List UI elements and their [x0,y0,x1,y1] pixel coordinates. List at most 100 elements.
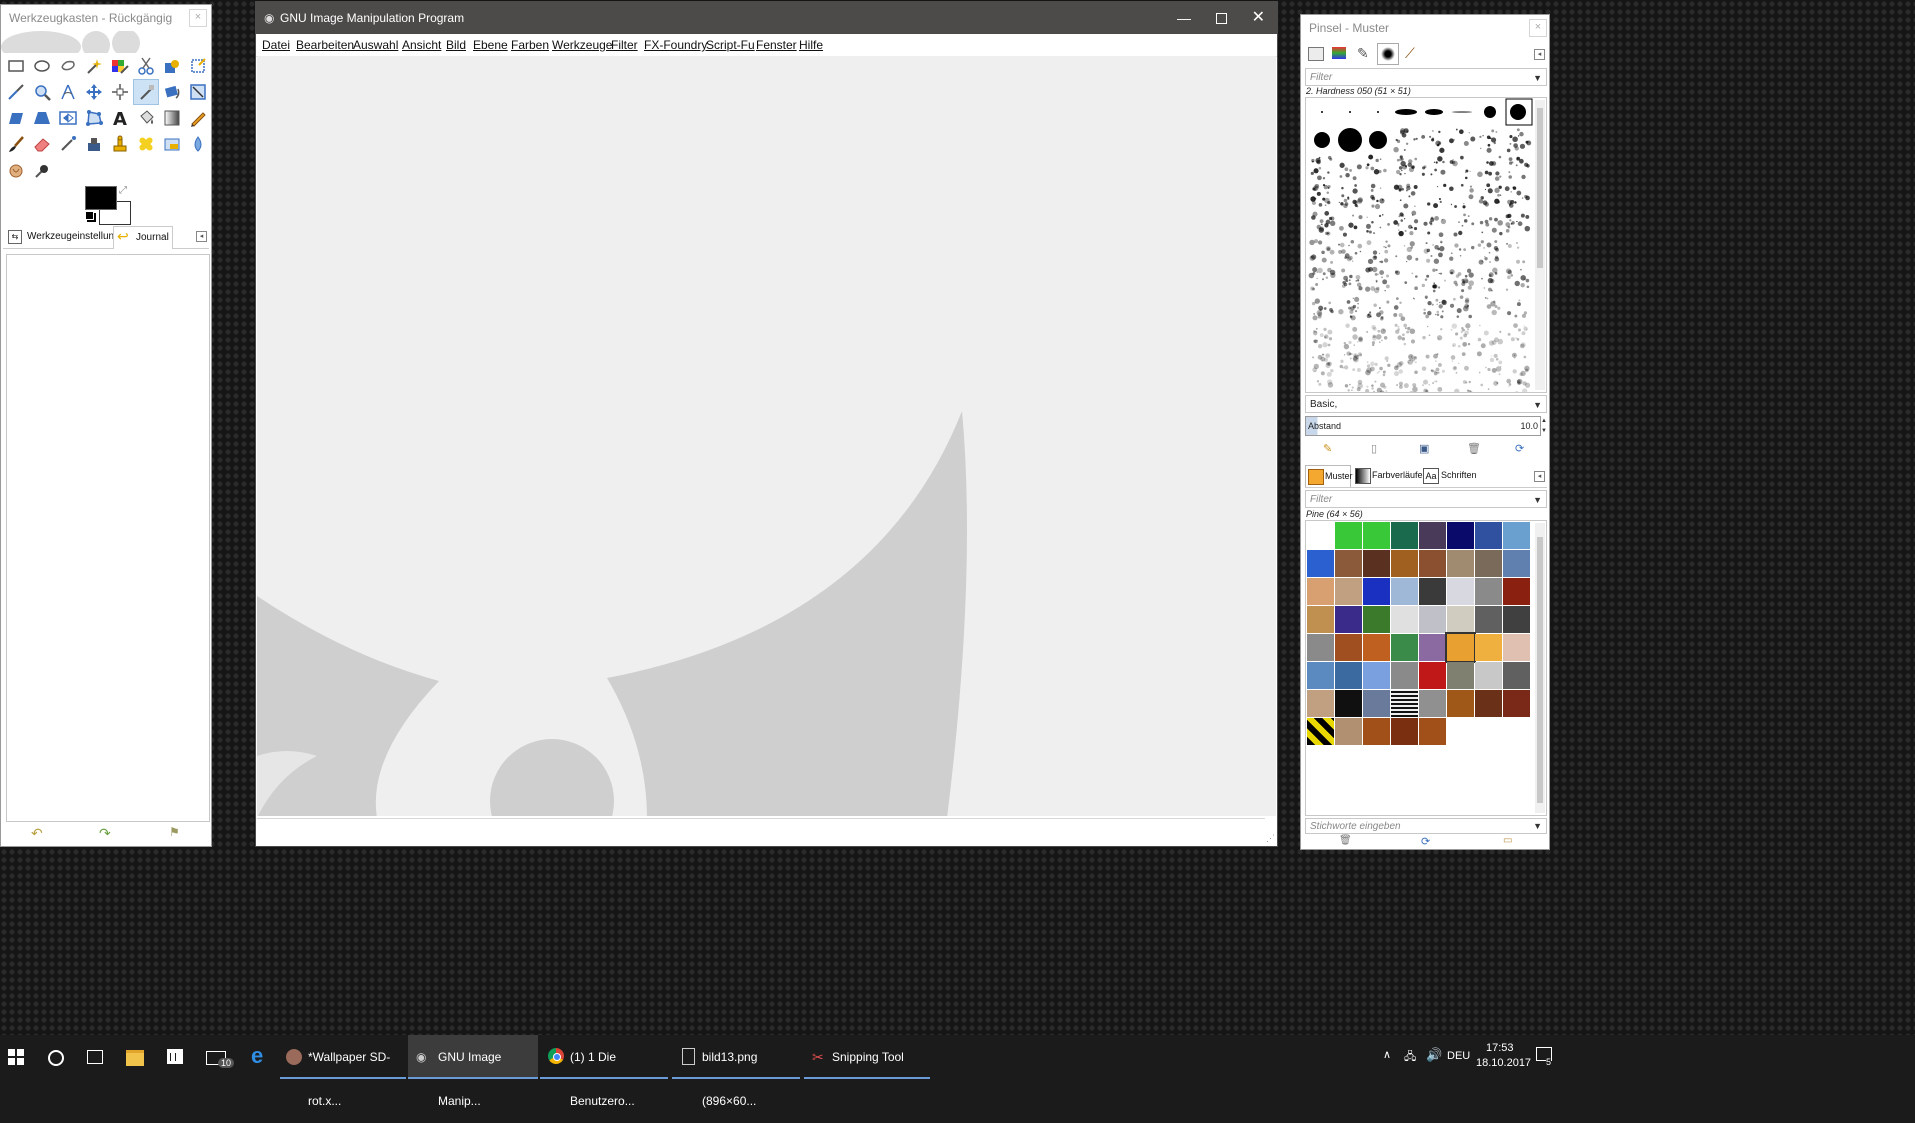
brush-thumbnail[interactable] [1369,131,1387,149]
menu-filter[interactable]: Filter [611,38,638,52]
brush-thumbnail[interactable] [1365,380,1391,392]
brush-thumbnail[interactable] [1311,211,1336,236]
pattern-swatch[interactable] [1307,578,1334,605]
pattern-swatch[interactable] [1475,522,1502,549]
blur-sharpen-tool-icon[interactable] [185,131,211,157]
chevron-down-icon[interactable]: ▼ [1533,69,1542,87]
pattern-swatch[interactable] [1447,522,1474,549]
chevron-down-icon[interactable]: ▼ [1533,491,1542,509]
pattern-swatch[interactable] [1363,522,1390,549]
pattern-swatch[interactable] [1447,662,1474,689]
task-view-button[interactable] [76,1035,114,1079]
rotate-tool-icon[interactable] [159,79,185,105]
brush-thumbnail[interactable] [1505,213,1531,233]
brush-thumbnail[interactable] [1310,155,1333,181]
pattern-swatch[interactable] [1419,578,1446,605]
brush-thumbnail[interactable] [1395,155,1418,176]
pattern-swatch[interactable] [1503,662,1530,689]
new-brush-icon[interactable]: ▯ [1371,442,1377,455]
file-explorer-button[interactable] [116,1035,154,1079]
menu-ansicht[interactable]: Ansicht [402,38,441,52]
scale-tool-icon[interactable] [185,79,211,105]
brush-thumbnail[interactable] [1421,353,1445,376]
shear-tool-icon[interactable] [3,105,29,131]
brush-thumbnail[interactable] [1393,128,1418,153]
measure-tool-icon[interactable] [55,79,81,105]
brush-thumbnail[interactable] [1365,356,1391,377]
brush-thumbnail[interactable] [1427,183,1447,209]
menu-ebene[interactable]: Ebene [473,38,508,52]
pattern-swatch[interactable] [1391,606,1418,633]
brush-thumbnail[interactable] [1449,128,1476,147]
clone-tool-icon[interactable] [107,131,133,157]
brush-thumbnail[interactable] [1337,379,1363,392]
redo-button[interactable]: ↷ [99,825,111,842]
pattern-swatch[interactable] [1419,522,1446,549]
brush-set-dropdown[interactable]: Basic, ▼ [1305,395,1547,413]
pattern-swatch[interactable] [1363,578,1390,605]
brush-thumbnail[interactable] [1393,210,1419,237]
brush-thumbnail[interactable] [1507,323,1528,349]
pattern-scrollbar-thumb[interactable] [1537,537,1543,803]
brush-thumbnail[interactable] [1477,324,1504,349]
brush-thumbnail[interactable] [1341,268,1363,291]
pattern-swatch[interactable] [1363,634,1390,661]
edge-button[interactable]: e [240,1035,278,1079]
brush-thumbnail[interactable] [1312,353,1334,377]
pattern-swatch[interactable] [1445,632,1476,663]
pattern-swatch[interactable] [1307,606,1334,633]
menu-bearbeiten[interactable]: Bearbeiten [296,38,354,52]
brush-thumbnail[interactable] [1393,297,1416,322]
pattern-swatch[interactable] [1391,522,1418,549]
pattern-swatch[interactable] [1391,578,1418,605]
brush-thumbnail[interactable] [1365,266,1390,294]
rect-select-tool-icon[interactable] [3,53,29,79]
spacing-spinner[interactable]: ▲ ▼ [1541,416,1549,436]
taskbar-app-image-viewer[interactable]: bild13.png (896×60... [672,1035,800,1108]
pattern-grid[interactable] [1305,520,1547,816]
tab-gradients[interactable]: Farbverläufe [1353,465,1423,487]
brush-thumbnail[interactable] [1310,183,1331,207]
pattern-swatch[interactable] [1335,578,1362,605]
tab-channels[interactable] [1329,43,1351,65]
brush-thumbnail[interactable] [1338,128,1362,152]
brush-thumbnail[interactable] [1505,268,1530,291]
pattern-swatch[interactable] [1363,718,1390,745]
pattern-swatch[interactable] [1419,606,1446,633]
pattern-swatch[interactable] [1419,550,1446,577]
pattern-swatch[interactable] [1475,662,1502,689]
resize-grip-icon[interactable]: ⋰ [1266,833,1275,844]
show-hidden-icons-icon[interactable]: ∧ [1383,1048,1391,1061]
pattern-swatch[interactable] [1391,718,1418,745]
flip-tool-icon[interactable] [55,105,81,131]
brush-thumbnail[interactable] [1423,215,1447,238]
menu-fenster[interactable]: Fenster [756,38,797,52]
brush-thumbnail[interactable] [1478,183,1502,207]
duplicate-brush-icon[interactable]: ▣ [1419,442,1429,455]
menu-farben[interactable]: Farben [511,38,549,52]
pattern-swatch[interactable] [1335,634,1362,661]
brush-thumbnail[interactable] [1365,154,1387,175]
delete-pattern-icon[interactable]: 🗑 [1339,835,1352,846]
menu-werkzeuge[interactable]: Werkzeuge [552,38,612,52]
brush-thumbnail[interactable] [1421,130,1445,153]
zoom-tool-icon[interactable] [29,79,55,105]
pattern-swatch[interactable] [1419,634,1446,661]
brush-thumbnail[interactable] [1423,295,1447,319]
brush-thumbnail[interactable] [1339,351,1363,373]
brush-thumbnail[interactable] [1339,162,1362,181]
menu-datei[interactable]: Datei [262,38,290,52]
mail-button[interactable]: 10 [196,1035,238,1079]
brush-thumbnail[interactable] [1452,111,1472,113]
configure-tab-icon[interactable]: ◂ [1534,49,1545,60]
journal-list[interactable] [6,254,210,822]
close-icon[interactable]: ✕ [1252,2,1265,34]
ink-tool-icon[interactable] [81,131,107,157]
pattern-swatch[interactable] [1447,690,1474,717]
brush-thumbnail[interactable] [1339,214,1363,237]
tab-layers[interactable] [1305,43,1327,65]
pattern-swatch[interactable] [1307,718,1334,745]
tags-field[interactable]: Stichworte eingeben ▼ [1305,818,1547,834]
pattern-swatch[interactable] [1335,690,1362,717]
brush-thumbnail[interactable] [1311,298,1334,321]
